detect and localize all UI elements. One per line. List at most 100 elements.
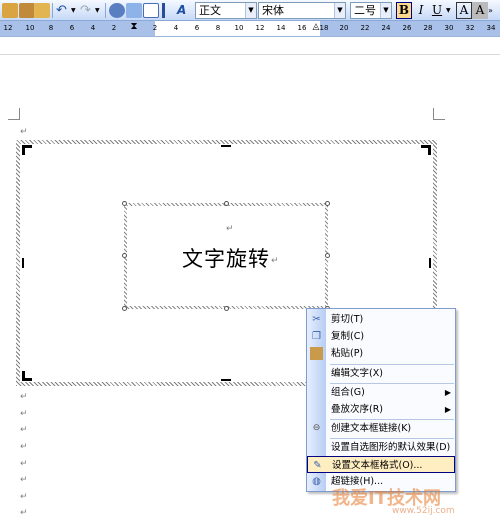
- chevron-down-icon[interactable]: ▼: [245, 3, 256, 18]
- menu-item-label: 设置自选图形的默认效果(D): [331, 442, 451, 453]
- toolbar-separator: [105, 3, 106, 18]
- link-textbox-icon: ⊖: [312, 423, 321, 433]
- crop-handle-top[interactable]: [221, 145, 231, 147]
- ruler-tick: 4: [173, 24, 179, 32]
- menu-item-cut[interactable]: ✂ 剪切(T): [307, 311, 455, 328]
- format-painter-icon[interactable]: [34, 3, 50, 18]
- crop-handle-top-right[interactable]: [421, 145, 431, 155]
- paragraph-mark: ↵: [20, 392, 28, 402]
- ruler-tick: 24: [381, 24, 391, 32]
- watermark-url: www.52ij.com: [392, 506, 455, 516]
- font-size-combo[interactable]: 二号 ▼: [350, 2, 392, 19]
- resize-handle[interactable]: [325, 201, 330, 206]
- char-shade-button[interactable]: A: [472, 2, 488, 19]
- menu-item-default-effect[interactable]: 设置自选图形的默认效果(D): [307, 439, 455, 456]
- menu-item-label: 组合(G): [331, 387, 365, 398]
- ruler-tick: 2: [111, 24, 117, 32]
- resize-handle[interactable]: [122, 201, 127, 206]
- char-border-button[interactable]: A: [456, 2, 472, 19]
- menu-item-edit-text[interactable]: 编辑文字(X): [307, 365, 455, 382]
- hyperlink-toolbar-icon[interactable]: [109, 3, 125, 18]
- chevron-down-icon[interactable]: ▼: [380, 3, 391, 18]
- ruler-tick: 8: [48, 24, 54, 32]
- research-icon[interactable]: [2, 3, 18, 18]
- menu-item-label: 创建文本框链接(K): [331, 423, 412, 434]
- menu-item-create-link[interactable]: ⊖ 创建文本框链接(K): [307, 420, 455, 437]
- ruler-tick: 2: [152, 24, 158, 32]
- paragraph-mark: ↵: [20, 425, 28, 435]
- ruler-tick: 4: [90, 24, 96, 32]
- style-combo-value: 正文: [199, 4, 221, 17]
- scissors-icon: ✂: [312, 314, 321, 325]
- ruler-tick: 6: [194, 24, 200, 32]
- crop-mark-top-left: [8, 108, 20, 120]
- menu-item-label: 叠放次序(R): [331, 404, 384, 415]
- page-top-edge: [0, 54, 500, 55]
- ruler-tick: 10: [25, 24, 35, 32]
- format-textbox-icon: ✎: [313, 460, 322, 471]
- ruler-tick: 30: [444, 24, 454, 32]
- submenu-arrow-icon: ▶: [444, 405, 451, 414]
- menu-item-order[interactable]: 叠放次序(R) ▶: [307, 401, 455, 418]
- ruler-tick: 28: [423, 24, 433, 32]
- font-size-combo-value: 二号: [354, 4, 376, 17]
- crop-handle-bottom-left[interactable]: [22, 371, 32, 381]
- menu-item-label: 复制(C): [331, 331, 365, 342]
- toolbar-options-icon[interactable]: »: [488, 3, 498, 18]
- resize-handle[interactable]: [122, 253, 127, 258]
- crop-handle-right[interactable]: [429, 258, 431, 268]
- indent-marker-icon[interactable]: ⧗: [130, 21, 137, 32]
- undo-icon[interactable]: ↶: [56, 3, 72, 18]
- toolbar-separator: [162, 3, 165, 18]
- ruler-tick: 12: [255, 24, 265, 32]
- chevron-down-icon[interactable]: ▼: [334, 3, 345, 18]
- italic-button[interactable]: I: [413, 2, 429, 19]
- paragraph-mark: ↵: [20, 459, 28, 469]
- redo-dropdown-icon[interactable]: ▼: [95, 3, 101, 18]
- ruler-tick: 12: [3, 24, 13, 32]
- crop-handle-bottom[interactable]: [221, 379, 231, 381]
- ruler-tick: 14: [276, 24, 286, 32]
- undo-dropdown-icon[interactable]: ▼: [71, 3, 77, 18]
- formatting-toolbar: ↶ ▼ ↷ ▼ A 正文 ▼ 宋体 ▼ 二号 ▼ B I U ▼ A A »: [0, 0, 500, 21]
- underline-dropdown-icon[interactable]: ▼: [446, 3, 452, 18]
- redo-icon[interactable]: ↷: [80, 3, 96, 18]
- resize-handle[interactable]: [325, 253, 330, 258]
- paragraph-mark: ↵: [20, 127, 28, 137]
- ruler-tick: 16: [297, 24, 307, 32]
- resize-handle[interactable]: [122, 306, 127, 311]
- paragraph-mark: ↵: [20, 508, 28, 518]
- horizontal-ruler[interactable]: 12 10 8 6 4 2 ⧗ 2 4 6 8 10 12 14 16 ◬ 18…: [0, 21, 500, 37]
- tables-borders-icon[interactable]: [126, 3, 142, 18]
- right-indent-marker-icon[interactable]: ◬: [313, 22, 320, 32]
- menu-item-copy[interactable]: ❐ 复制(C): [307, 328, 455, 345]
- font-combo[interactable]: 宋体 ▼: [258, 2, 346, 19]
- menu-item-format-textbox[interactable]: ✎ 设置文本框格式(O)...: [307, 456, 455, 473]
- styles-formatting-icon[interactable]: A: [177, 3, 193, 18]
- crop-handle-top-left[interactable]: [22, 145, 32, 155]
- underline-button[interactable]: U: [429, 2, 445, 19]
- bold-button[interactable]: B: [396, 2, 412, 19]
- menu-item-group[interactable]: 组合(G) ▶: [307, 384, 455, 401]
- crop-handle-left[interactable]: [22, 258, 24, 268]
- submenu-arrow-icon: ▶: [444, 388, 451, 397]
- style-combo[interactable]: 正文 ▼: [195, 2, 257, 19]
- textbox-text[interactable]: 文字旋转: [182, 243, 270, 273]
- ruler-tick: 10: [234, 24, 244, 32]
- ruler-tick: 32: [465, 24, 475, 32]
- ruler-tick: 20: [339, 24, 349, 32]
- ruler-tick: 34: [486, 24, 496, 32]
- ruler-tick: 18: [319, 24, 329, 32]
- ruler-tick: 26: [402, 24, 412, 32]
- font-combo-value: 宋体: [262, 4, 284, 17]
- menu-item-paste[interactable]: 粘贴(P): [307, 345, 455, 362]
- insert-table-icon[interactable]: [143, 3, 159, 18]
- toolbar-separator: [52, 3, 53, 18]
- paste-icon: [310, 347, 323, 360]
- ruler-tick: 6: [69, 24, 75, 32]
- paragraph-mark: ↵: [20, 442, 28, 452]
- resize-handle[interactable]: [224, 306, 229, 311]
- hyperlink-icon: ◍: [312, 476, 321, 487]
- paste-toolbar-icon[interactable]: [19, 3, 35, 18]
- resize-handle[interactable]: [224, 201, 229, 206]
